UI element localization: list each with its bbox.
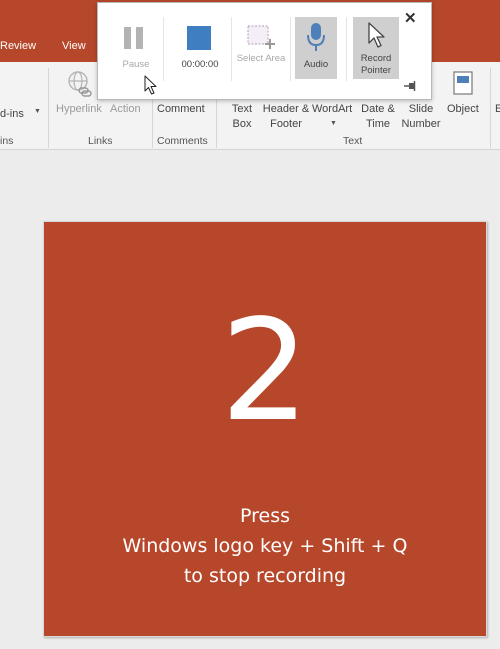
toolbar-divider <box>290 17 291 81</box>
close-icon[interactable]: ✕ <box>404 9 417 27</box>
select-area-label: Select Area <box>236 53 286 64</box>
date-time-button[interactable]: Date & Time <box>360 102 396 132</box>
object-icon <box>453 71 473 95</box>
group-divider <box>490 68 491 148</box>
addins-button[interactable]: d-ins <box>0 107 24 122</box>
instruction-line: to stop recording <box>183 565 347 587</box>
stop-icon <box>187 26 211 50</box>
instruction-line: Press <box>239 505 290 527</box>
select-area-icon <box>247 25 275 49</box>
tab-review[interactable]: Review <box>0 40 36 52</box>
stop-button[interactable]: 00:00:00 <box>168 17 232 83</box>
hyperlink-globe-icon <box>68 71 92 97</box>
record-pointer-toggle[interactable]: Record Pointer <box>353 17 399 79</box>
group-label-addins: ins <box>0 135 14 147</box>
recording-timer: 00:00:00 <box>181 59 219 70</box>
text-box-button[interactable]: Text Box <box>230 102 254 132</box>
instruction-line: Windows logo key + Shift + Q <box>122 535 408 557</box>
select-area-button[interactable]: Select Area <box>233 17 289 83</box>
wordart-button[interactable]: WordArt <box>312 102 352 117</box>
slide-number-button[interactable]: Slide Number <box>400 102 442 132</box>
pointer-icon <box>368 22 385 48</box>
audio-label: Audio <box>303 59 329 70</box>
record-pointer-label: Record Pointer <box>360 53 392 76</box>
group-label-links: Links <box>88 135 113 147</box>
toolbar-divider <box>163 17 164 81</box>
chevron-down-icon[interactable]: ▼ <box>34 108 41 115</box>
audio-toggle[interactable]: Audio <box>295 17 337 79</box>
pin-icon[interactable] <box>404 81 416 91</box>
hyperlink-button[interactable]: Hyperlink <box>56 102 102 117</box>
pause-button[interactable]: Pause <box>108 17 164 83</box>
chevron-down-icon[interactable]: ▼ <box>330 120 337 127</box>
countdown-slide: 2 Press Windows logo key + Shift + Q to … <box>43 221 487 637</box>
toolbar-divider <box>231 17 232 81</box>
countdown-number: 2 <box>220 290 310 453</box>
group-label-text: Text <box>343 135 363 147</box>
object-button[interactable]: Object <box>447 102 479 117</box>
group-divider <box>48 68 49 148</box>
equation-button[interactable]: E <box>495 102 500 117</box>
microphone-icon <box>307 23 325 51</box>
action-button[interactable]: Action <box>110 102 141 117</box>
mouse-cursor-icon <box>144 75 157 95</box>
comment-button[interactable]: Comment <box>157 102 205 117</box>
toolbar-divider <box>346 17 347 81</box>
header-footer-button[interactable]: Header & Footer <box>262 102 310 132</box>
pause-icon <box>124 27 143 49</box>
tab-view[interactable]: View <box>62 40 86 52</box>
group-label-comments: Comments <box>157 135 208 147</box>
pause-label: Pause <box>122 59 150 70</box>
